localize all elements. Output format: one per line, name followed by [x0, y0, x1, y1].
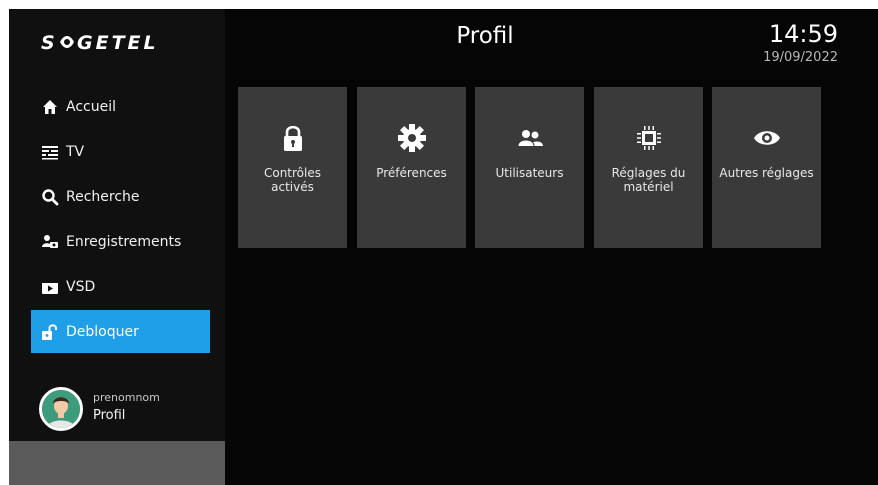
sogetel-logo: S GETEL [41, 32, 159, 54]
eye-icon [712, 120, 821, 156]
sidebar-footer [9, 441, 225, 485]
page-title: Profil [456, 23, 514, 49]
sidebar-item-enregistrements[interactable]: Enregistrements [31, 220, 210, 263]
tile-label-line: Utilisateurs [495, 166, 564, 180]
tile-label-line: Réglages du [611, 166, 686, 180]
sidebar-item-tv[interactable]: TV [31, 130, 210, 173]
tile-label-line: Autres réglages [719, 166, 814, 180]
svg-text:GETEL: GETEL [77, 32, 159, 54]
tv-screen: S GETEL Accueil TV Recherche Enregistrem… [9, 9, 878, 485]
tile-label-line: Préférences [376, 166, 447, 180]
tile-label: Contrôles activés [242, 166, 343, 194]
sidebar-item-accueil[interactable]: Accueil [31, 85, 210, 128]
avatar [39, 387, 83, 431]
search-icon [41, 188, 59, 206]
sidebar-item-label: Enregistrements [66, 233, 182, 250]
sidebar-item-label: Accueil [66, 98, 116, 115]
tile-label: Utilisateurs [479, 166, 580, 180]
clock: 14:59 19/09/2022 [763, 19, 838, 67]
sidebar-item-vsd[interactable]: VSD [31, 265, 210, 308]
tile-label-line: Contrôles [263, 166, 321, 180]
clock-date: 19/09/2022 [763, 50, 838, 65]
sidebar-item-label: TV [66, 143, 85, 160]
tile-autres-reglages[interactable]: Autres réglages [712, 87, 821, 248]
gear-icon [357, 120, 466, 156]
vod-icon [41, 278, 59, 296]
sidebar-item-label: Recherche [66, 188, 140, 205]
tile-label: Préférences [361, 166, 462, 180]
home-icon [41, 98, 59, 116]
sidebar-item-label: Debloquer [66, 323, 139, 340]
tv-guide-icon [41, 143, 59, 161]
svg-text:S: S [41, 32, 58, 54]
tile-controles-actives[interactable]: Contrôles activés [238, 87, 347, 248]
sidebar: S GETEL Accueil TV Recherche Enregistrem… [9, 9, 225, 485]
header: Profil 14:59 19/09/2022 [225, 9, 878, 79]
recordings-icon [41, 233, 59, 251]
chip-icon [594, 120, 703, 156]
lock-icon [238, 120, 347, 156]
clock-time: 14:59 [768, 20, 838, 48]
tile-label-line: matériel [623, 180, 674, 194]
tile-label: Réglages du matériel [598, 166, 699, 194]
users-icon [475, 120, 584, 156]
profile-switcher[interactable]: prenomnom Profil [39, 387, 219, 431]
sidebar-item-debloquer[interactable]: Debloquer [31, 310, 210, 353]
profile-username: prenomnom [93, 391, 160, 404]
tile-preferences[interactable]: Préférences [357, 87, 466, 248]
profile-label: Profil [93, 408, 126, 423]
tile-label: Autres réglages [716, 166, 817, 180]
tile-label-line: activés [271, 180, 314, 194]
tile-utilisateurs[interactable]: Utilisateurs [475, 87, 584, 248]
sidebar-item-label: VSD [66, 278, 96, 295]
sidebar-item-recherche[interactable]: Recherche [31, 175, 210, 218]
unlock-icon [41, 323, 59, 341]
tile-reglages-materiel[interactable]: Réglages du matériel [594, 87, 703, 248]
